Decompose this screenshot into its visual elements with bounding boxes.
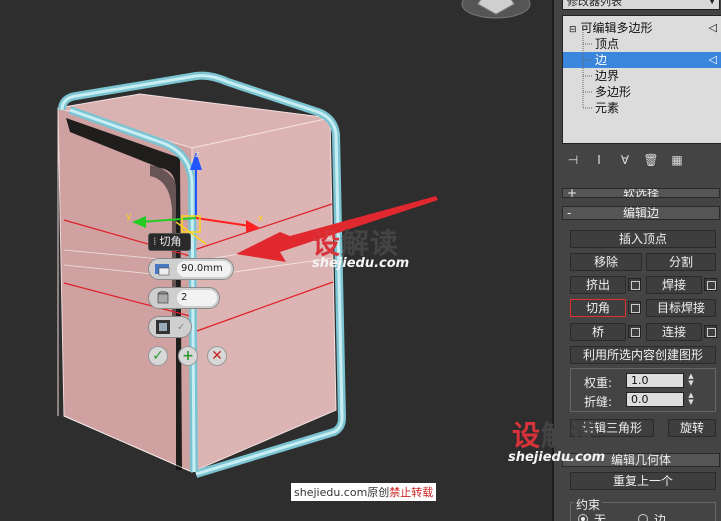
weld-settings-icon[interactable] [704, 278, 717, 291]
collapse-icon: - [567, 206, 572, 220]
bridge-button[interactable]: 桥 [570, 323, 626, 341]
axis-z-label: z [195, 150, 200, 160]
constraint-edge-label: 边 [654, 513, 667, 521]
weight-input[interactable]: 1.0 [626, 373, 684, 388]
open-chamfer-row: ✓ [148, 316, 192, 338]
modifier-list-dropdown[interactable]: 修改器列表 ▼ [562, 0, 720, 10]
segments-icon [152, 290, 174, 306]
insert-vertex-button[interactable]: 插入顶点 [570, 230, 716, 248]
make-unique-icon[interactable]: ∀ [614, 151, 636, 169]
connect-button[interactable]: 连接 [646, 323, 702, 341]
stack-toolbar: ⊣ Ⅰ ∀ 🗑 ▦ [562, 150, 721, 170]
weight-spinner-icon[interactable]: ▲ ▼ [686, 373, 696, 388]
remove-button[interactable]: 移除 [570, 253, 642, 271]
modifier-stack: ⊟ 可编辑多边形 ◁ 顶点 边 ◁ 边界 多边形 元素 [562, 15, 721, 144]
weld-button[interactable]: 焊接 [646, 276, 702, 294]
chamfer-amount-row: 90.0mm [148, 258, 234, 280]
axis-x-label: x [258, 214, 264, 224]
repeat-last-button[interactable]: 重复上一个 [570, 472, 716, 490]
chamfer-segments-input[interactable]: 2 [177, 290, 217, 306]
crease-input[interactable]: 0.0 [626, 392, 684, 407]
ok-button[interactable]: ✓ [148, 346, 168, 366]
scene-3d[interactable]: z x y [0, 0, 552, 521]
expand-icon: + [567, 188, 578, 198]
constraint-none-radio[interactable] [578, 514, 588, 521]
tree-lines [582, 30, 593, 109]
cancel-button[interactable]: ✕ [207, 346, 227, 366]
constraint-edge-radio[interactable] [638, 514, 648, 521]
split-button[interactable]: 分割 [646, 253, 716, 271]
plus-icon: + [182, 348, 194, 364]
x-icon: ✕ [211, 348, 223, 364]
turn-button[interactable]: 旋转 [668, 419, 716, 437]
extrude-button[interactable]: 挤出 [570, 276, 626, 294]
axis-y-label: y [126, 212, 132, 222]
chamfer-caddy-title: ⁞ 切角 [148, 233, 191, 251]
extrude-settings-icon[interactable] [628, 278, 641, 291]
weight-label: 权重: [584, 376, 613, 390]
viewport-perspective[interactable]: z x y ⁞ 切角 90.0mm 2 ✓ ✓ + ✕ 设解读 shejiedu… [0, 0, 552, 521]
crease-spinner-icon[interactable]: ▲ ▼ [686, 392, 696, 407]
configure-sets-icon[interactable]: ▦ [666, 151, 688, 169]
chamfer-button[interactable]: 切角 [570, 299, 626, 317]
create-shape-button[interactable]: 利用所选内容创建图形 [570, 346, 716, 364]
watermark-url-2: shejiedu.com [508, 450, 606, 465]
triangle-icon: ◁ [708, 53, 717, 66]
chamfer-settings-icon[interactable] [628, 301, 641, 314]
viewcube-icon[interactable] [458, 0, 534, 22]
grip-icon[interactable]: ⁞ [153, 235, 157, 248]
apply-continue-button[interactable]: + [178, 346, 198, 366]
connect-settings-icon[interactable] [704, 325, 717, 338]
bridge-settings-icon[interactable] [628, 325, 641, 338]
show-end-result-icon[interactable]: Ⅰ [588, 151, 610, 169]
watermark-url: shejiedu.com [312, 256, 410, 271]
pin-stack-icon[interactable]: ⊣ [562, 151, 584, 169]
chamfer-segments-row: 2 [148, 287, 220, 309]
remove-modifier-icon[interactable]: 🗑 [640, 151, 662, 169]
chevron-icon[interactable]: ✓ [177, 322, 185, 333]
crease-label: 折缝: [584, 395, 613, 409]
chamfer-amount-icon [152, 261, 174, 277]
chamfer-amount-input[interactable]: 90.0mm [177, 261, 231, 277]
credit-notice: shejiedu.com原创禁止转载 [291, 483, 437, 501]
chevron-down-icon: ▼ [708, 0, 716, 6]
constraint-none-label: 无 [594, 513, 607, 521]
target-weld-button[interactable]: 目标焊接 [646, 299, 716, 317]
soft-selection-rollout[interactable]: + 软选择 [562, 188, 720, 198]
checkmark-icon: ✓ [152, 348, 164, 364]
triangle-icon: ◁ [708, 21, 717, 34]
open-chamfer-icon[interactable] [152, 319, 174, 335]
watermark-logo-2: 设解读 [512, 419, 600, 452]
edit-edges-rollout[interactable]: - 编辑边 [562, 206, 720, 220]
